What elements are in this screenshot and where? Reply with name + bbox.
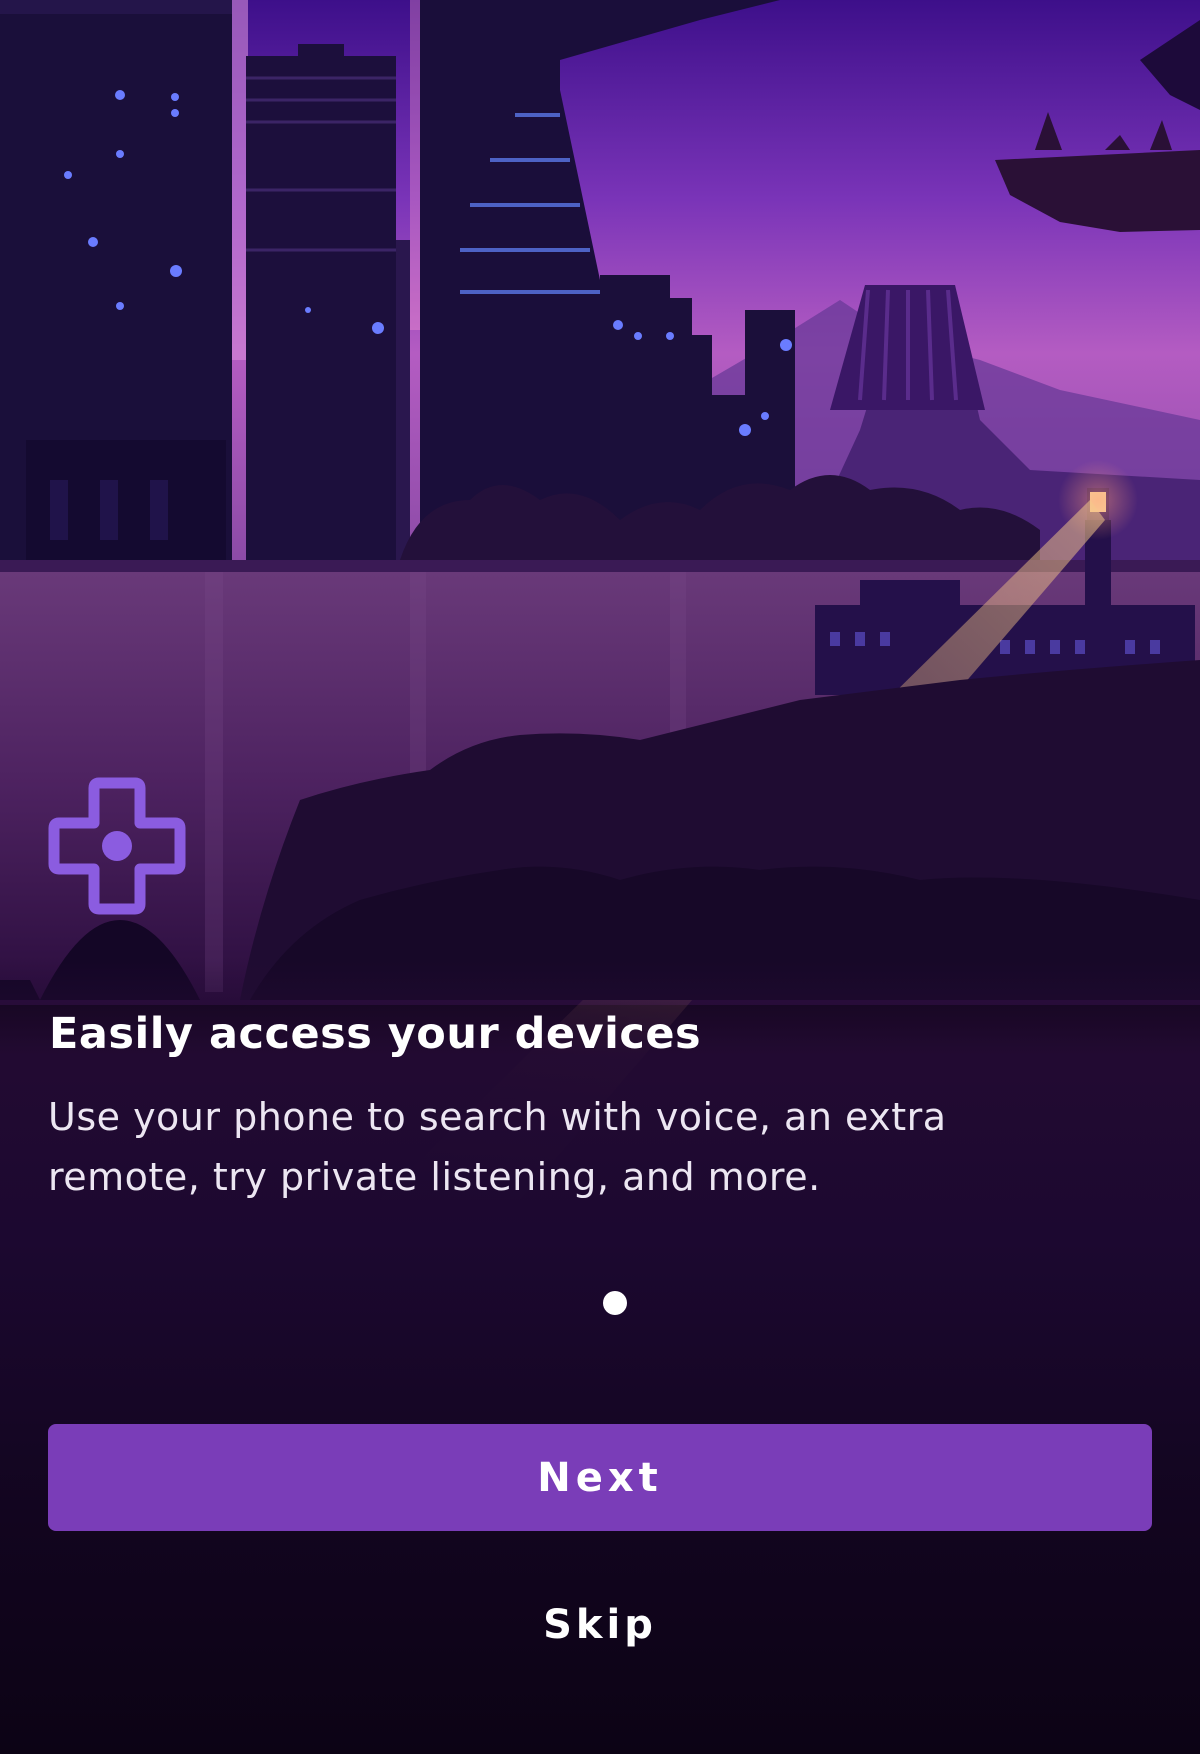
page-indicator xyxy=(0,1291,1200,1317)
skip-button[interactable]: Skip xyxy=(400,1590,800,1660)
onboarding-screen: Easily access your devices Use your phon… xyxy=(0,0,1200,1754)
page-indicator-dot-active[interactable] xyxy=(603,1291,627,1315)
next-button[interactable]: Next xyxy=(48,1424,1152,1531)
onboarding-description: Use your phone to search with voice, an … xyxy=(48,1095,947,1199)
onboarding-title: Easily access your devices xyxy=(49,1009,702,1059)
skip-button-label: Skip xyxy=(543,1602,657,1648)
next-button-label: Next xyxy=(537,1454,663,1501)
dpad-icon xyxy=(48,777,186,915)
